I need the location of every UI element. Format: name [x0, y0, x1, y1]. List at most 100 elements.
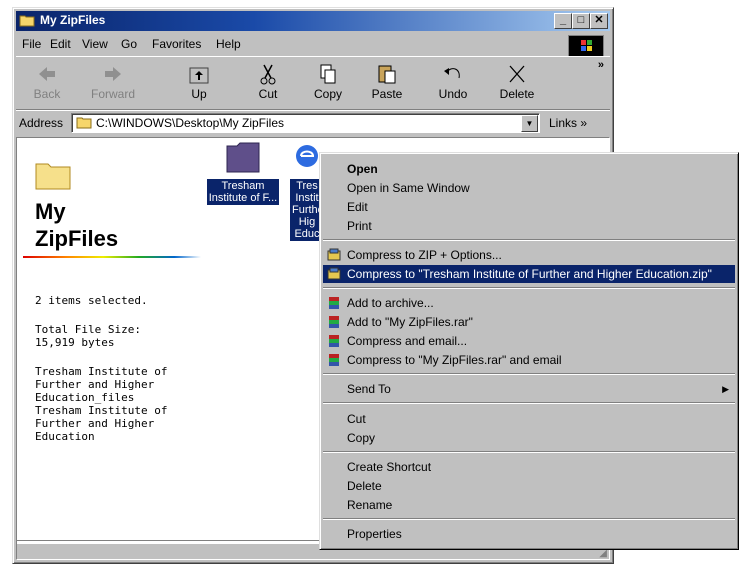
- menu-item-add-to-rar[interactable]: Add to "My ZipFiles.rar": [323, 313, 735, 331]
- winzip-icon: [327, 267, 341, 280]
- file-label-line: Hig: [298, 216, 316, 228]
- menu-item-label: Add to "My ZipFiles.rar": [347, 315, 473, 329]
- menu-item-label: Copy: [347, 431, 376, 445]
- minimize-button[interactable]: _: [554, 13, 572, 29]
- menu-item-compress-email[interactable]: Compress and email...: [323, 332, 735, 350]
- folder-up-icon: [189, 67, 209, 84]
- paste-button[interactable]: Paste: [360, 60, 414, 106]
- selected-name-line: Tresham Institute of: [35, 404, 168, 417]
- menu-item-open[interactable]: Open: [323, 160, 735, 178]
- menu-item-label: Delete: [347, 479, 382, 493]
- menu-item-delete[interactable]: Delete: [323, 477, 735, 495]
- purple-folder-icon: [226, 142, 260, 173]
- menu-item-send-to[interactable]: Send To ▶: [323, 380, 735, 398]
- menu-item-open-same-window[interactable]: Open in Same Window: [323, 179, 735, 197]
- back-label: Back: [33, 87, 61, 101]
- cut-button[interactable]: Cut: [241, 60, 295, 106]
- file-item[interactable]: Tresham Institute of F...: [203, 140, 283, 205]
- folder-icon: [35, 163, 71, 190]
- cut-label: Cut: [258, 87, 278, 101]
- menu-item-create-shortcut[interactable]: Create Shortcut: [323, 458, 735, 476]
- menu-item-label: Rename: [347, 498, 393, 512]
- selected-name-line: Tresham Institute of: [35, 365, 168, 378]
- menu-item-add-to-archive[interactable]: Add to archive...: [323, 294, 735, 312]
- copy-icon: [320, 64, 336, 84]
- windows-logo-icon: [568, 35, 604, 57]
- menu-item-label: Open: [347, 162, 378, 176]
- menu-item-print[interactable]: Print: [323, 217, 735, 235]
- menu-item-label: Properties: [347, 527, 402, 541]
- toolbar: Back Forward Up Cut Copy Paste Undo Dele…: [16, 56, 610, 110]
- file-label-line: Institute of F...: [208, 192, 278, 204]
- file-label-line: Educ: [294, 228, 320, 240]
- delete-button[interactable]: Delete: [490, 60, 544, 106]
- winrar-icon: [329, 354, 339, 366]
- selection-count: 2 items selected.: [35, 294, 148, 307]
- forward-button[interactable]: Forward: [86, 60, 140, 106]
- file-label: Tresham Institute of F...: [206, 179, 280, 205]
- menu-item-edit[interactable]: Edit: [323, 198, 735, 216]
- up-button[interactable]: Up: [172, 60, 226, 106]
- forward-arrow-icon: [105, 67, 121, 81]
- menu-item-label: Compress to ZIP + Options...: [347, 248, 502, 262]
- up-label: Up: [191, 87, 207, 101]
- undo-icon: [444, 68, 460, 79]
- address-label: Address: [19, 116, 64, 130]
- folder-icon: [19, 15, 35, 27]
- file-label-line: Tresham: [221, 180, 265, 192]
- panel-title-line1: My: [35, 199, 66, 224]
- paste-label: Paste: [371, 87, 403, 101]
- links-button[interactable]: Links »: [549, 116, 587, 130]
- menu-edit[interactable]: Edit: [50, 37, 71, 51]
- file-label-line: Instit: [295, 192, 319, 204]
- address-input[interactable]: C:\WINDOWS\Desktop\My ZipFiles ▼: [71, 113, 540, 133]
- menu-separator: [323, 287, 735, 289]
- menu-file[interactable]: File: [22, 37, 41, 51]
- size-value: 15,919 bytes: [35, 336, 115, 349]
- dropdown-arrow-icon[interactable]: ▼: [521, 115, 538, 132]
- menu-item-label: Open in Same Window: [347, 181, 470, 195]
- address-value: C:\WINDOWS\Desktop\My ZipFiles: [96, 116, 285, 130]
- menu-item-label: Print: [347, 219, 372, 233]
- menu-item-rename[interactable]: Rename: [323, 496, 735, 514]
- selected-names: Tresham Institute of Further and Higher …: [35, 365, 167, 443]
- file-label-line: Furthe: [292, 204, 324, 216]
- window-title: My ZipFiles: [40, 13, 106, 27]
- copy-button[interactable]: Copy: [301, 60, 355, 106]
- menu-item-cut[interactable]: Cut: [323, 410, 735, 428]
- menu-item-compress-to-zip[interactable]: Compress to "Tresham Institute of Furthe…: [323, 265, 735, 283]
- undo-button[interactable]: Undo: [426, 60, 480, 106]
- close-button[interactable]: ✕: [590, 13, 608, 29]
- scissors-icon: [260, 64, 276, 85]
- menu-item-label: Compress to "Tresham Institute of Furthe…: [347, 267, 712, 281]
- maximize-button[interactable]: □: [572, 13, 590, 29]
- selected-name-line: Education_files: [35, 391, 135, 404]
- menu-favorites[interactable]: Favorites: [152, 37, 201, 51]
- menu-item-copy[interactable]: Copy: [323, 429, 735, 447]
- title-bar[interactable]: My ZipFiles _ □ ✕: [16, 11, 610, 31]
- back-button[interactable]: Back: [20, 60, 74, 106]
- menu-item-label: Cut: [347, 412, 366, 426]
- menu-item-label: Send To: [347, 382, 391, 396]
- winzip-icon: [327, 248, 341, 261]
- menu-item-compress-rar-email[interactable]: Compress to "My ZipFiles.rar" and email: [323, 351, 735, 369]
- menu-view[interactable]: View: [82, 37, 108, 51]
- menu-item-label: Add to archive...: [347, 296, 434, 310]
- menu-item-label: Edit: [347, 200, 368, 214]
- delete-x-icon: [509, 65, 525, 83]
- winrar-icon: [329, 335, 339, 347]
- links-label: Links: [549, 116, 578, 130]
- paste-icon: [378, 65, 396, 84]
- menu-separator: [323, 239, 735, 241]
- menu-item-properties[interactable]: Properties: [323, 525, 735, 543]
- menu-separator: [323, 451, 735, 453]
- selected-name-line: Further and Higher: [35, 378, 155, 391]
- toolbar-chevron-icon[interactable]: »: [598, 59, 604, 71]
- menu-item-label: Create Shortcut: [347, 460, 432, 474]
- menu-item-compress-zip-options[interactable]: Compress to ZIP + Options...: [323, 246, 735, 264]
- delete-label: Delete: [499, 87, 535, 101]
- selected-name-line: Further and Higher: [35, 417, 155, 430]
- menu-go[interactable]: Go: [121, 37, 137, 51]
- menu-separator: [323, 373, 735, 375]
- menu-help[interactable]: Help: [216, 37, 241, 51]
